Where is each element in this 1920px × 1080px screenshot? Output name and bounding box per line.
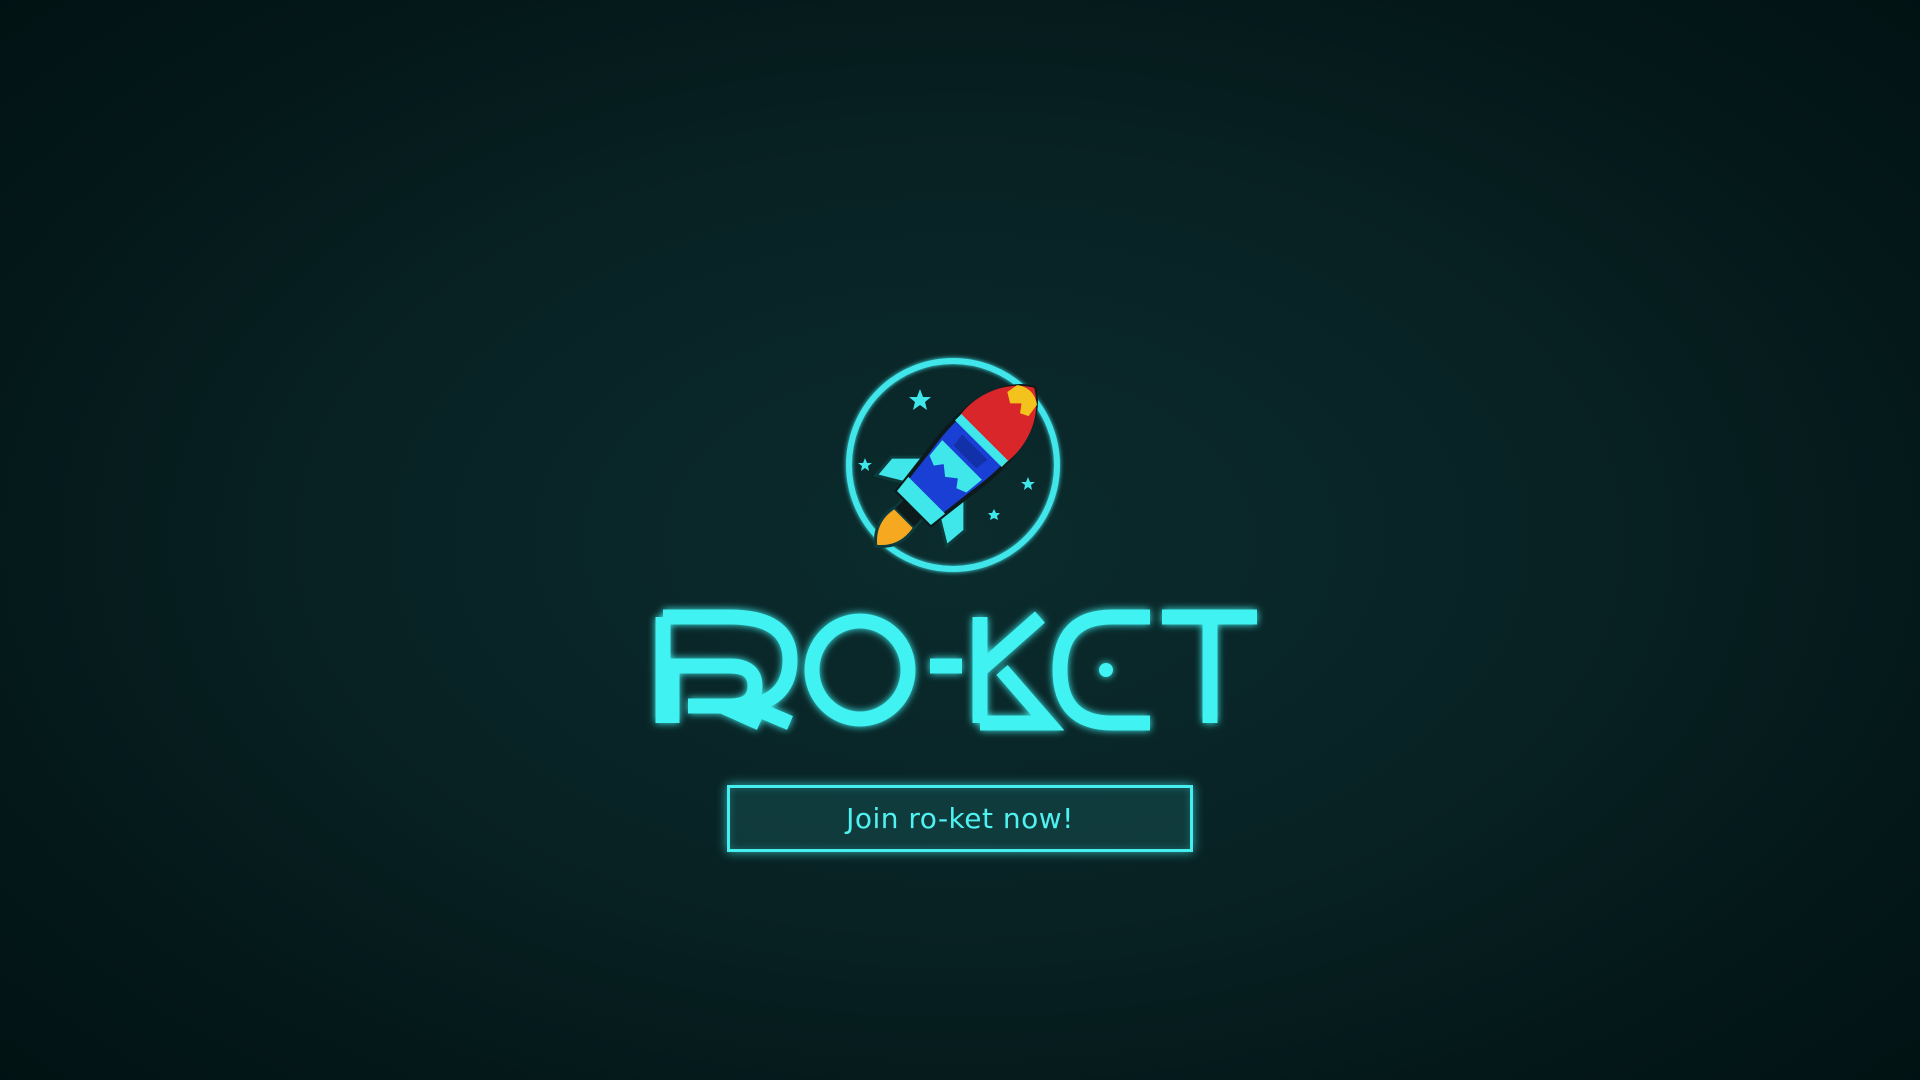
rocket-icon [846, 358, 1060, 572]
join-button[interactable]: Join ro-ket now! [727, 785, 1193, 852]
brand-wordmark [650, 609, 1270, 731]
brand-logo-text [655, 609, 1257, 731]
rocket-logo [840, 352, 1070, 582]
landing-page: Join ro-ket now! [0, 0, 1920, 1080]
